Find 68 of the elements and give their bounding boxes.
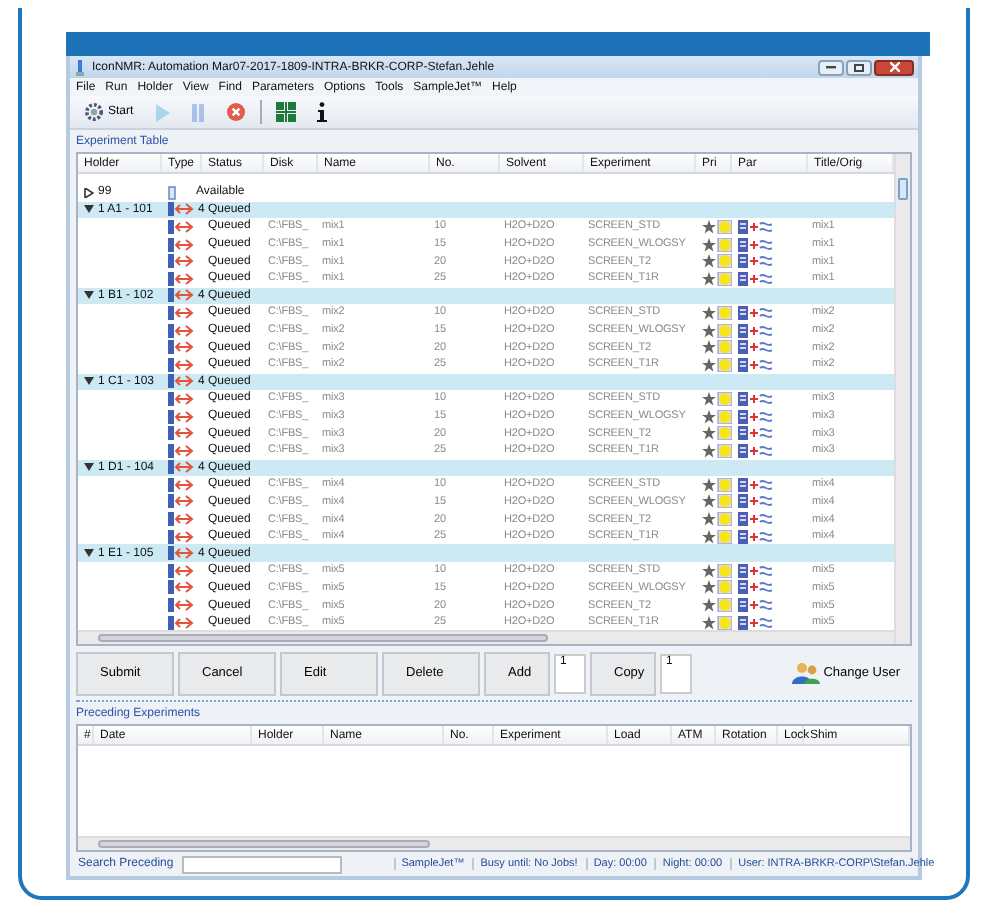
expand-triangle-icon[interactable] xyxy=(84,548,94,559)
app-icon xyxy=(74,59,86,75)
priority-icon[interactable] xyxy=(702,580,732,595)
priority-icon[interactable] xyxy=(702,340,732,355)
priority-icon[interactable] xyxy=(702,254,732,269)
expand-triangle-icon[interactable] xyxy=(84,204,94,215)
parameters-icon[interactable] xyxy=(738,615,772,630)
search-field[interactable] xyxy=(181,855,342,873)
parameters-icon[interactable] xyxy=(738,271,772,286)
expand-triangle-icon[interactable] xyxy=(84,462,94,473)
priority-icon[interactable] xyxy=(702,409,732,424)
horizontal-scrollbar[interactable] xyxy=(78,630,894,644)
priority-icon[interactable] xyxy=(702,271,732,286)
priority-icon[interactable] xyxy=(702,323,732,338)
parameters-icon[interactable] xyxy=(738,512,772,527)
parameters-icon[interactable] xyxy=(738,426,772,441)
priority-icon[interactable] xyxy=(702,305,732,320)
info-icon xyxy=(315,102,328,122)
parameters-icon[interactable] xyxy=(738,340,772,355)
maximize-button[interactable] xyxy=(846,59,872,75)
scrollbar-thumb[interactable] xyxy=(98,840,431,848)
parameters-icon[interactable] xyxy=(738,323,772,338)
parameters-icon[interactable] xyxy=(738,305,772,320)
priority-icon[interactable] xyxy=(702,443,732,458)
maximize-icon xyxy=(854,63,864,71)
gear-icon xyxy=(84,102,104,122)
scrollbar-thumb[interactable] xyxy=(98,634,549,642)
parameters-icon[interactable] xyxy=(738,443,772,458)
parameters-icon[interactable] xyxy=(738,357,772,372)
vertical-scrollbar[interactable] xyxy=(894,154,910,644)
close-icon xyxy=(889,62,899,72)
minimize-icon xyxy=(826,64,836,70)
parameters-icon[interactable] xyxy=(738,254,772,269)
priority-icon[interactable] xyxy=(702,529,732,544)
minimize-button[interactable] xyxy=(818,59,844,75)
close-button[interactable] xyxy=(874,59,914,75)
scrollbar-thumb[interactable] xyxy=(898,178,908,200)
grid-icon xyxy=(275,102,296,122)
priority-icon[interactable] xyxy=(702,615,732,630)
priority-icon[interactable] xyxy=(702,512,732,527)
expand-triangle-icon[interactable] xyxy=(84,376,94,387)
users-icon xyxy=(791,662,820,684)
expand-triangle-icon[interactable] xyxy=(84,290,94,301)
priority-icon[interactable] xyxy=(702,426,732,441)
parameters-icon[interactable] xyxy=(738,391,772,406)
pause-icon xyxy=(189,103,206,121)
parameters-icon[interactable] xyxy=(738,477,772,492)
play-icon xyxy=(153,103,170,121)
parameters-icon[interactable] xyxy=(738,580,772,595)
priority-icon[interactable] xyxy=(702,391,732,406)
expand-triangle-icon[interactable] xyxy=(84,187,94,198)
parameters-icon[interactable] xyxy=(738,529,772,544)
parameters-icon[interactable] xyxy=(738,219,772,234)
priority-icon[interactable] xyxy=(702,237,732,252)
parameters-icon[interactable] xyxy=(738,598,772,613)
parameters-icon[interactable] xyxy=(738,237,772,252)
parameters-icon[interactable] xyxy=(738,409,772,424)
parameters-icon[interactable] xyxy=(738,494,772,509)
stop-icon xyxy=(225,102,246,122)
horizontal-scrollbar[interactable] xyxy=(78,836,910,850)
priority-icon[interactable] xyxy=(702,494,732,509)
priority-icon[interactable] xyxy=(702,598,732,613)
priority-icon[interactable] xyxy=(702,357,732,372)
priority-icon[interactable] xyxy=(702,219,732,234)
priority-icon[interactable] xyxy=(702,477,732,492)
priority-icon[interactable] xyxy=(702,563,732,578)
vial-icon xyxy=(168,185,176,200)
parameters-icon[interactable] xyxy=(738,563,772,578)
